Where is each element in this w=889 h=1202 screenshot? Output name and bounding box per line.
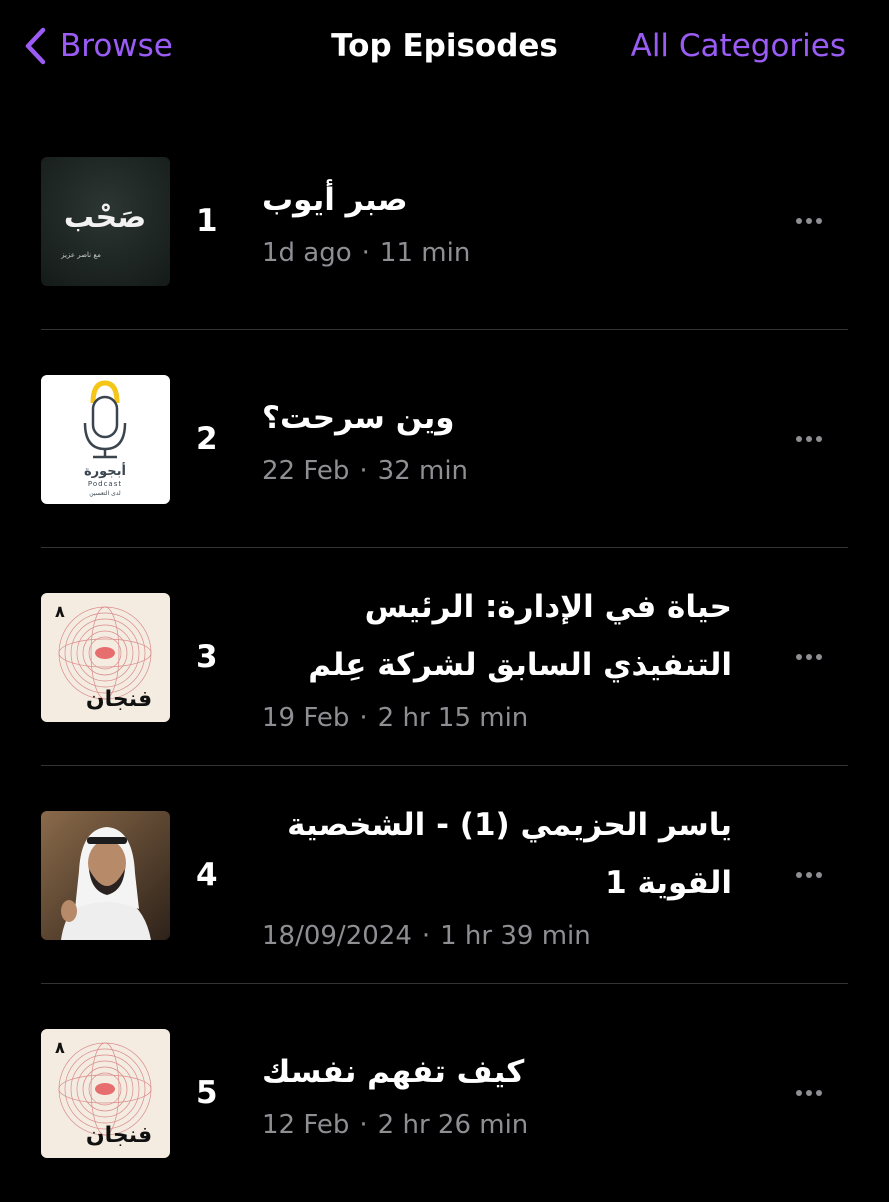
episode-info: وين سرحت؟ 22 Feb · 32 min [262, 330, 762, 548]
episode-row[interactable]: أبجورة Podcast لدى التعسين 2 وين سرحت؟ 2… [0, 330, 889, 548]
artwork-badge: ٨ [55, 602, 65, 621]
ellipsis-dot [806, 436, 812, 442]
episode-meta: 19 Feb · 2 hr 15 min [262, 700, 762, 736]
ellipsis-dot [806, 872, 812, 878]
episode-date: 18/09/2024 [262, 921, 412, 951]
episode-date: 1d ago [262, 238, 352, 268]
episode-rank: 2 [196, 421, 218, 457]
episode-info: حياة في الإدارة: الرئيس التنفيذي السابق … [262, 548, 762, 766]
ellipsis-dot [816, 654, 822, 660]
episode-duration: 11 min [379, 238, 471, 268]
ellipsis-icon [796, 1090, 802, 1096]
speaker-photo-artwork [41, 811, 170, 940]
episode-meta: 12 Feb · 2 hr 26 min [262, 1107, 762, 1143]
ellipsis-dot [806, 218, 812, 224]
episode-duration: 2 hr 15 min [377, 703, 529, 733]
more-options-button[interactable] [789, 112, 829, 330]
episode-info: كيف تفهم نفسك 12 Feb · 2 hr 26 min [262, 984, 762, 1202]
episode-duration: 2 hr 26 min [377, 1110, 529, 1140]
ellipsis-icon [796, 872, 802, 878]
episode-date: 22 Feb [262, 456, 350, 486]
episode-duration: 32 min [377, 456, 469, 486]
meta-separator: · [359, 1110, 368, 1140]
episode-rank: 4 [196, 857, 218, 893]
episode-rank: 3 [196, 639, 218, 675]
episode-title: حياة في الإدارة: الرئيس التنفيذي السابق … [308, 589, 732, 683]
episode-info: صبر أيوب 1d ago · 11 min [262, 112, 762, 330]
ellipsis-dot [816, 436, 822, 442]
episode-title: وين سرحت؟ [262, 400, 455, 436]
ellipsis-icon [796, 218, 802, 224]
sahb-podcast-artwork: صَحْب مع ناصر عزيز [41, 157, 170, 286]
episode-duration: 1 hr 39 min [440, 921, 591, 951]
artwork-caption: لدى التعسين [89, 490, 121, 497]
more-options-button[interactable] [789, 766, 829, 984]
meta-separator: · [361, 238, 370, 268]
finjan-podcast-artwork: ٨ فنجان [41, 1029, 170, 1158]
artwork-subtext: Podcast [88, 480, 122, 488]
episode-meta: 18/09/2024 · 1 hr 39 min [262, 918, 762, 954]
ellipsis-dot [816, 872, 822, 878]
episode-title: كيف تفهم نفسك [262, 1054, 525, 1090]
ellipsis-dot [806, 1090, 812, 1096]
meta-separator: · [359, 703, 368, 733]
more-options-button[interactable] [789, 984, 829, 1202]
episode-meta: 22 Feb · 32 min [262, 453, 762, 489]
abjora-podcast-artwork: أبجورة Podcast لدى التعسين [41, 375, 170, 504]
more-options-button[interactable] [789, 548, 829, 766]
episode-title: ياسر الحزيمي (1) - الشخصية القوية 1 [287, 807, 732, 901]
artwork-text: فنجان [86, 1123, 152, 1148]
artwork-badge: ٨ [55, 1038, 65, 1057]
episode-row[interactable]: صَحْب مع ناصر عزيز 1 صبر أيوب 1d ago · 1… [0, 112, 889, 330]
episode-title: صبر أيوب [262, 182, 408, 218]
episode-list: صَحْب مع ناصر عزيز 1 صبر أيوب 1d ago · 1… [0, 112, 889, 1202]
ellipsis-dot [816, 218, 822, 224]
finjan-podcast-artwork: ٨ فنجان [41, 593, 170, 722]
meta-separator: · [421, 921, 431, 951]
ellipsis-icon [796, 654, 802, 660]
ellipsis-dot [806, 654, 812, 660]
episode-row[interactable]: 4 ياسر الحزيمي (1) - الشخصية القوية 1 18… [0, 766, 889, 984]
artwork-text: أبجورة [84, 462, 126, 479]
episode-rank: 5 [196, 1075, 218, 1111]
episode-rank: 1 [196, 203, 218, 239]
episode-date: 12 Feb [262, 1110, 350, 1140]
artwork-subtext: مع ناصر عزيز [60, 251, 101, 259]
artwork-text: فنجان [86, 687, 152, 712]
episode-info: ياسر الحزيمي (1) - الشخصية القوية 1 18/0… [262, 766, 762, 984]
episode-date: 19 Feb [262, 703, 350, 733]
meta-separator: · [359, 456, 368, 486]
ellipsis-dot [816, 1090, 822, 1096]
artwork-text: صَحْب [64, 200, 146, 235]
episode-row[interactable]: ٨ فنجان 3 حياة في الإدارة: الرئيس التنفي… [0, 548, 889, 766]
episode-meta: 1d ago · 11 min [262, 235, 762, 271]
navigation-bar: Browse Top Episodes All Categories [0, 0, 889, 92]
more-options-button[interactable] [789, 330, 829, 548]
ellipsis-icon [796, 436, 802, 442]
episode-row[interactable]: ٨ فنجان 5 كيف تفهم نفسك 12 Feb · 2 hr 26… [0, 984, 889, 1202]
all-categories-button[interactable]: All Categories [631, 24, 846, 68]
